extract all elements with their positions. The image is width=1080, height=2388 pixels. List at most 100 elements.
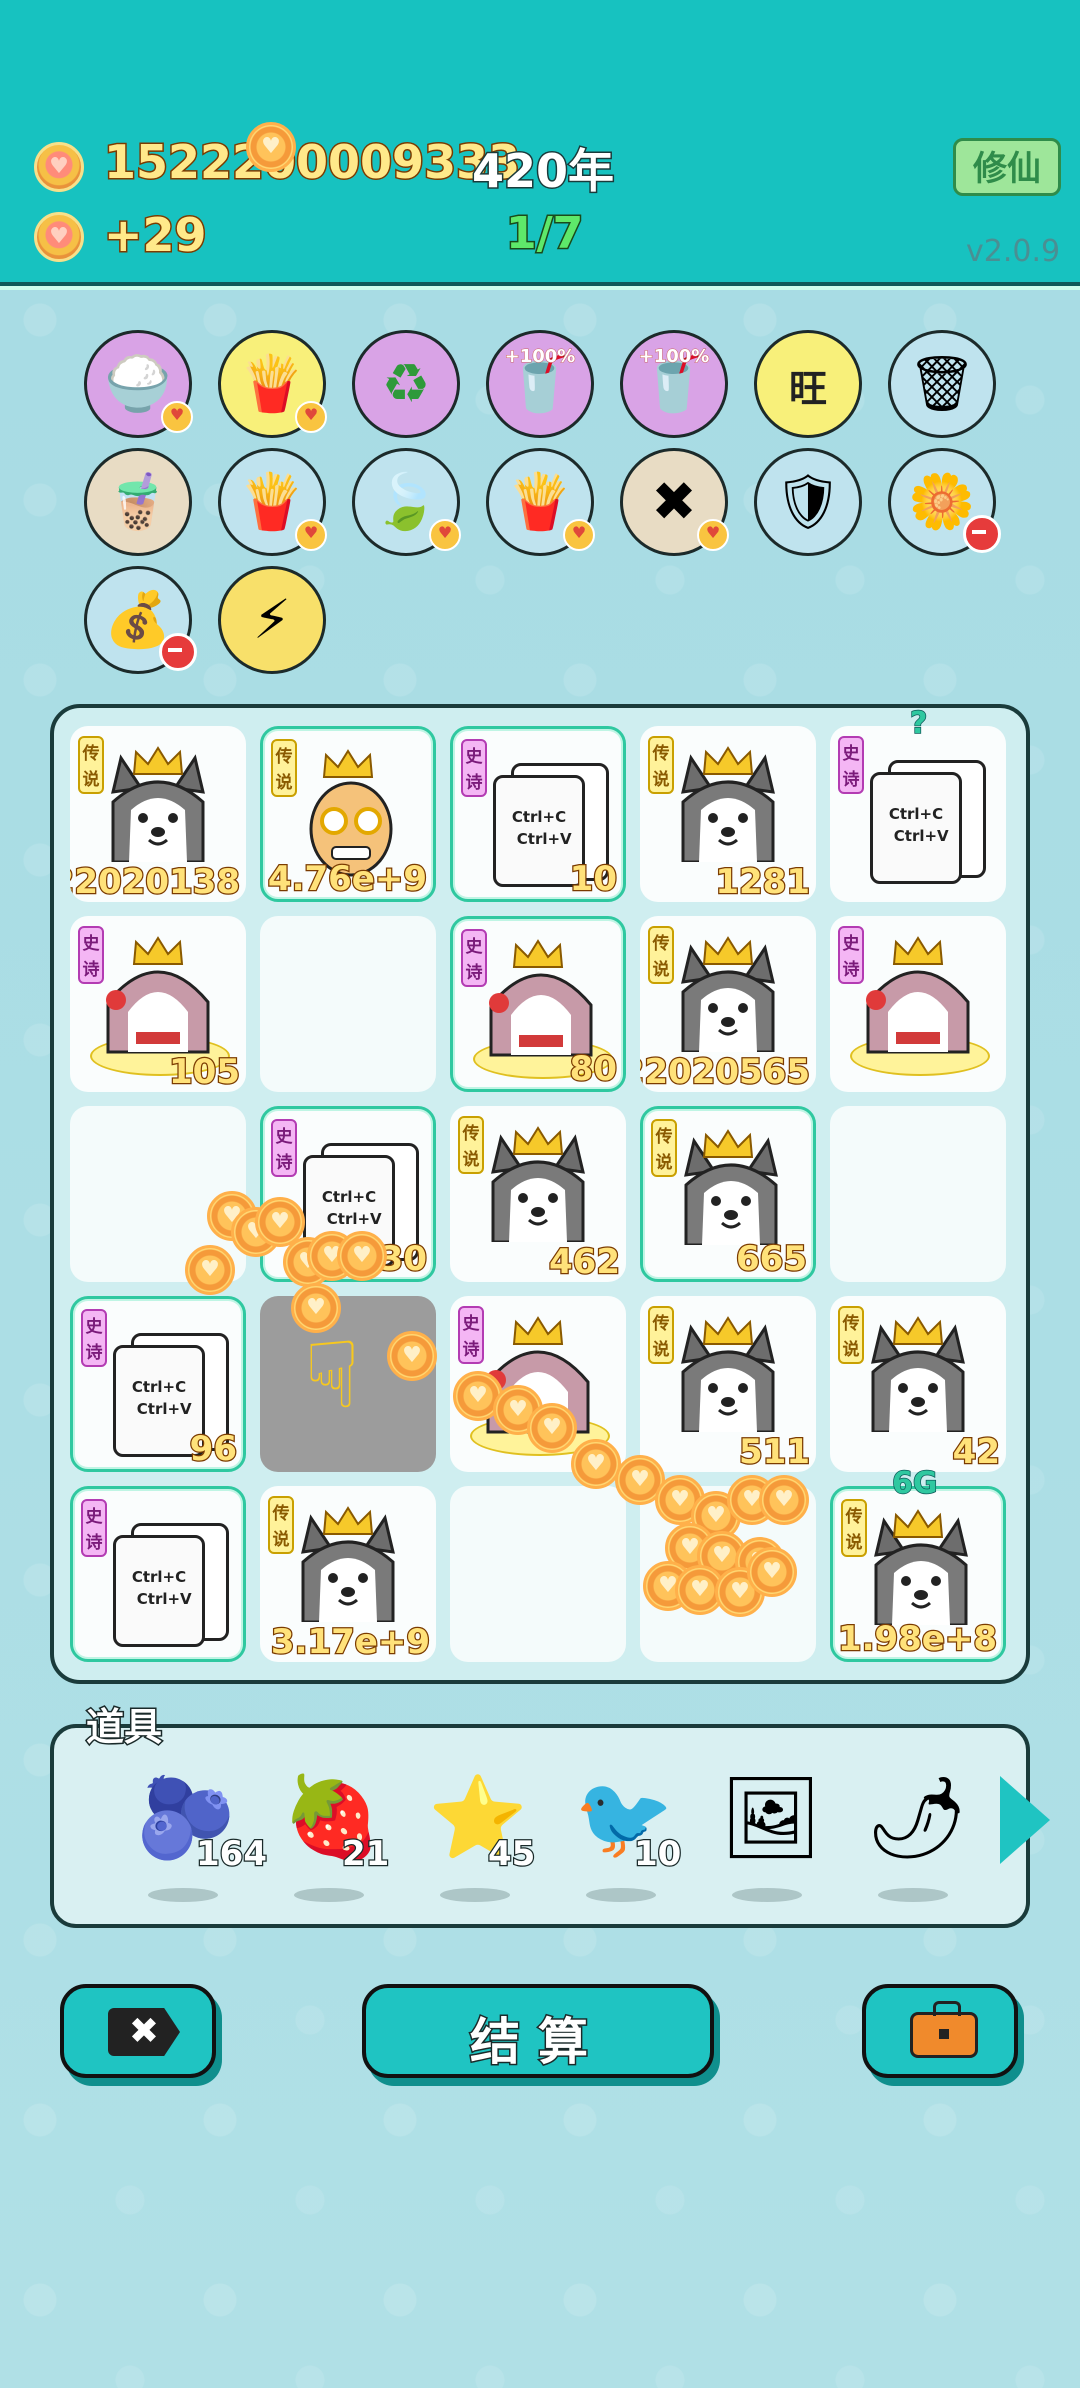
flying-coin [747,1547,797,1597]
board-cell[interactable] [830,1106,1006,1282]
xiuxian-mode-button[interactable]: 修仙 [953,138,1061,196]
rarity-tag: 传说 [268,1496,294,1554]
cell-count: 462 [548,1241,621,1282]
coin-icon [34,142,84,192]
fries-skill[interactable]: 🍟 ♥ [218,330,327,438]
board-cell[interactable] [260,916,436,1092]
coin-income-icon [34,212,84,262]
lightning-skill-icon: ⚡ [253,588,291,651]
board-cell[interactable]: 传说 665 [640,1106,816,1282]
flying-coin [759,1475,809,1525]
bubble-tea-boost-skill[interactable]: 🥤 +100% [486,330,594,438]
lightning-skill[interactable]: ⚡ [218,566,326,674]
board-cell[interactable]: 传说 4.76e+9 [260,726,436,902]
rarity-tag: 传说 [841,1499,867,1557]
boost-percent: +100% [638,346,710,367]
item-count: 45 [487,1833,537,1876]
heart-badge-icon: ♥ [697,519,729,551]
cell-count: 80 [568,1048,618,1089]
bubble-tea-skill[interactable]: 🧋 [84,448,192,556]
board-cell[interactable]: 传说 1.98e+8 [830,1486,1006,1662]
fries-skill-2[interactable]: 🍟 ♥ [218,448,327,556]
cell-count: 1.98e+8 [837,1618,999,1659]
cell-marker: 6G [891,1465,938,1502]
bubble-tea-boost-skill-2[interactable]: 🥤 +100% [620,330,728,438]
rarity-tag: 史诗 [81,1309,107,1367]
flying-coin [527,1403,577,1453]
recycle-skill[interactable]: ♻ [352,330,460,438]
cell-count: 4.76e+9 [267,858,429,899]
settle-button[interactable]: 结算 [362,1984,714,2078]
fries-skill-3[interactable]: 🍟 ♥ [486,448,595,556]
board-cell[interactable]: ☟ [260,1296,436,1472]
items-title: 道具 [84,1704,163,1751]
cell-marker: ? [909,705,928,742]
heart-badge-icon: ♥ [295,519,327,551]
flower-skill[interactable]: 🌼 [888,448,1001,556]
board-cell[interactable]: 史诗 [830,916,1006,1092]
flying-coin [246,122,296,172]
leaf-skill-icon: 🍃 [372,470,440,533]
board-cell[interactable] [450,1486,626,1662]
board-cell[interactable]: Ctrl+C Ctrl+V 史诗 [830,726,1006,902]
cell-count: 22020565 [640,1051,811,1092]
rarity-tag: 传说 [78,736,104,794]
wang-skill[interactable]: 旺 [754,330,862,438]
board-cell[interactable]: 传说 22020138 [70,726,246,902]
fries-skill-2-icon: 🍟 [238,470,306,533]
shield-skill-icon: 🛡 [773,470,843,533]
board-cell[interactable]: Ctrl+C Ctrl+V 史诗 [70,1486,246,1662]
pointing-hand-icon: ☟ [304,1322,361,1429]
sack-skill[interactable]: 💰 [84,566,197,674]
cell-count: 22020138 [70,861,241,902]
board-cell[interactable]: Ctrl+C Ctrl+V 史诗 10 [450,726,626,902]
heart-badge-icon: ♥ [295,401,327,433]
board-cell[interactable]: Ctrl+C Ctrl+V 史诗 96 [70,1296,246,1472]
board-cell[interactable]: 传说 462 [450,1106,626,1282]
board-cell[interactable]: 史诗 80 [450,916,626,1092]
cell-count: 105 [168,1051,241,1092]
board-cell[interactable]: 史诗 105 [70,916,246,1092]
rarity-tag: 史诗 [838,736,864,794]
trash-bag-skill[interactable]: 🗑 [888,330,996,438]
stage-progress: 1/7 [504,207,584,261]
inventory-button[interactable] [862,1984,1018,2078]
rarity-tag: 传说 [458,1116,484,1174]
board-cell[interactable]: 传说 1281 [640,726,816,902]
trash-bag-skill-icon: 🗑 [907,352,977,415]
rarity-tag: 传说 [271,739,297,797]
delete-skill[interactable]: ✖ ♥ [620,448,729,556]
next-arrow-icon[interactable] [1000,1776,1050,1864]
chili-icon[interactable]: 🌶 [866,1768,968,1868]
fries-skill-icon: 🍟 [238,352,306,415]
item-count: 164 [195,1833,268,1876]
heart-badge-icon: ♥ [563,519,595,551]
top-status-bar: 1522200009333 420年 +29 1/7 修仙 v2.0.9 [0,0,1080,286]
cell-count: 3.17e+9 [270,1621,432,1662]
coin-total: 1522200009333 [102,134,521,191]
cell-count: 10 [568,858,618,899]
cell-count: 96 [188,1428,238,1469]
item-shadow [294,1888,364,1902]
rarity-tag: 传说 [648,1306,674,1364]
board-cell[interactable]: 传说 42 [830,1296,1006,1472]
board-cell[interactable]: 传说 22020565 [640,916,816,1092]
husky-portrait-icon[interactable]: 🖼 [720,1768,822,1868]
delete-tag-icon: ✖ [108,2008,180,2056]
item-shadow [586,1888,656,1902]
board-cell[interactable]: 传说 511 [640,1296,816,1472]
item-shadow [148,1888,218,1902]
rice-bowl-skill[interactable]: 🍚 ♥ [84,330,193,438]
flying-coin [291,1283,341,1333]
wang-skill-icon: 旺 [788,367,827,411]
leaf-skill[interactable]: 🍃 ♥ [352,448,461,556]
shield-skill[interactable]: 🛡 [754,448,862,556]
rarity-tag: 传说 [838,1306,864,1364]
item-count: 10 [633,1833,683,1876]
cell-count: 511 [738,1431,811,1472]
delete-skill-icon: ✖ [651,470,697,533]
rarity-tag: 史诗 [838,926,864,984]
board-cell[interactable]: 传说 3.17e+9 [260,1486,436,1662]
rarity-tag: 史诗 [78,926,104,984]
delete-button[interactable]: ✖ [60,1984,216,2078]
